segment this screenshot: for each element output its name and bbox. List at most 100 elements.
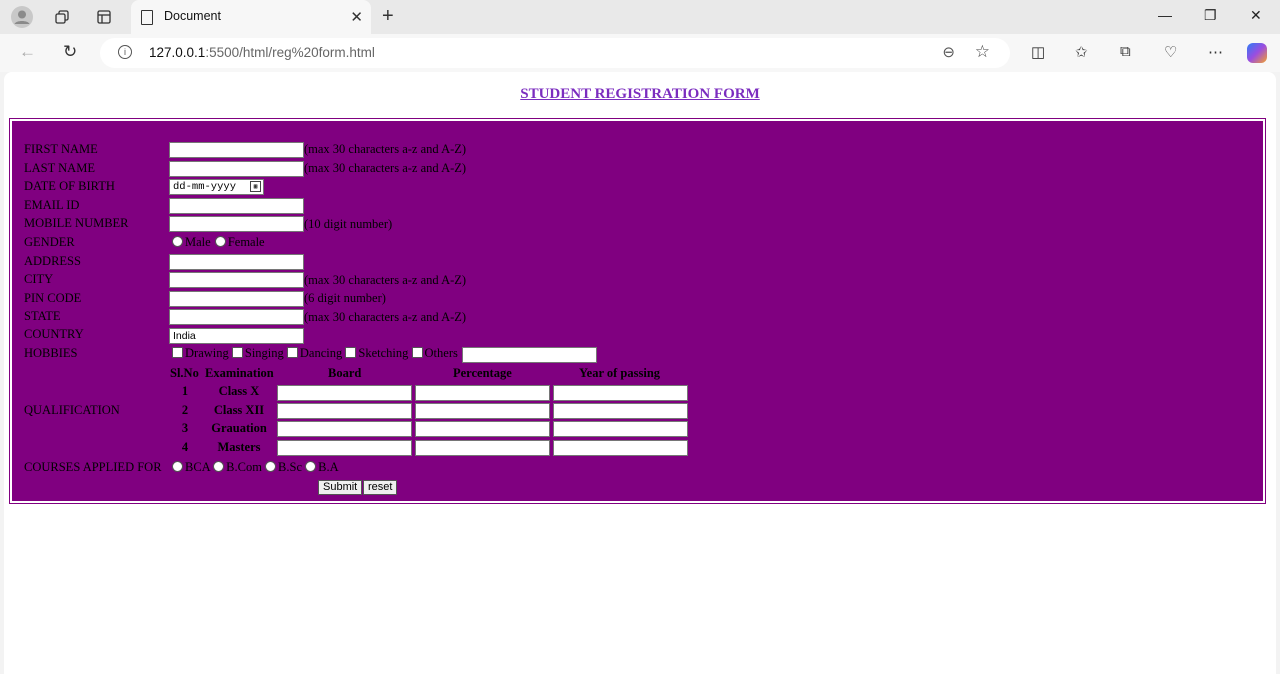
minimize-icon[interactable]: — [1158, 7, 1172, 23]
registration-form: FIRST NAME (max 30 characters a-z and A-… [9, 118, 1266, 504]
pin-label: PIN CODE [24, 291, 82, 305]
course-bcom-radio[interactable] [213, 461, 225, 472]
pin-input[interactable] [169, 291, 304, 307]
course-bsc-radio[interactable] [265, 461, 277, 472]
hobby-sketching-checkbox[interactable] [345, 347, 357, 358]
document-icon [141, 10, 153, 25]
qual-row-1-year-input[interactable] [553, 385, 688, 401]
state-label: STATE [24, 309, 61, 323]
dob-placeholder: dd-mm-yyyy [173, 181, 237, 193]
state-input[interactable] [169, 309, 304, 325]
page-viewport: STUDENT REGISTRATION FORM FIRST NAME (ma… [4, 72, 1276, 674]
calendar-icon[interactable]: ▦ [250, 181, 261, 192]
course-ba-radio[interactable] [305, 461, 317, 472]
dob-input[interactable]: dd-mm-yyyy ▦ [169, 179, 264, 195]
qual-row-3-year-input[interactable] [553, 421, 688, 437]
qual-row-4-exam: Masters [217, 440, 261, 454]
first-name-label: FIRST NAME [24, 142, 98, 156]
first-name-input[interactable] [169, 142, 304, 158]
url-text[interactable]: 127.0.0.1:5500/html/reg%20form.html [149, 45, 375, 60]
hobby-dancing-label: Dancing [299, 346, 343, 360]
qual-header-percentage: Percentage [453, 366, 512, 380]
favorite-star-icon[interactable]: ☆ [975, 42, 990, 62]
mobile-input[interactable] [169, 216, 304, 232]
url-path: :5500/html/reg%20form.html [205, 45, 375, 60]
address-bar[interactable]: i 127.0.0.1:5500/html/reg%20form.html ⊖ … [100, 38, 1010, 68]
restore-icon[interactable]: ❐ [1204, 7, 1217, 24]
gender-female-radio[interactable] [214, 236, 226, 247]
city-label: CITY [24, 272, 54, 286]
collections-icon[interactable]: ⧉ [1120, 43, 1131, 60]
qualification-label: QUALIFICATION [24, 403, 120, 417]
qual-header-board: Board [328, 366, 362, 380]
hobby-sketching-label: Sketching [358, 346, 409, 360]
qual-row-1-percentage-input[interactable] [415, 385, 550, 401]
pin-note: (6 digit number) [304, 291, 386, 305]
close-tab-icon[interactable]: ✕ [350, 8, 363, 26]
split-screen-icon[interactable]: ◫ [1031, 43, 1045, 61]
hobbies-options: Drawing Singing Dancing Sketching Others [172, 346, 458, 361]
tab-actions-icon[interactable] [90, 4, 118, 30]
qual-row-4-board-input[interactable] [277, 440, 412, 456]
last-name-input[interactable] [169, 161, 304, 177]
city-note: (max 30 characters a-z and A-Z) [304, 273, 467, 287]
gender-male-radio[interactable] [172, 236, 183, 247]
qual-row-4-year-input[interactable] [553, 440, 688, 456]
hobby-dancing-checkbox[interactable] [286, 347, 298, 358]
gender-label: GENDER [24, 235, 75, 249]
qual-row-2-percentage-input[interactable] [415, 403, 550, 419]
country-input[interactable]: India [169, 328, 304, 344]
browser-tab-bar: Document ✕ + — ❐ ✕ [0, 0, 1280, 34]
course-bca-label: BCA [185, 460, 211, 474]
gender-female-label: Female [227, 235, 265, 249]
close-window-icon[interactable]: ✕ [1250, 7, 1262, 24]
zoom-out-icon[interactable]: ⊖ [942, 43, 955, 61]
submit-button[interactable]: Submit [318, 480, 363, 495]
qual-row-1-board-input[interactable] [277, 385, 412, 401]
dob-label: DATE OF BIRTH [24, 179, 115, 193]
workspaces-icon[interactable] [48, 4, 76, 30]
back-icon[interactable]: ← [19, 42, 36, 62]
gender-options: Male Female [172, 235, 265, 250]
hobby-others-label: Others [424, 346, 458, 360]
first-name-note: (max 30 characters a-z and A-Z) [304, 142, 467, 156]
course-ba-label: B.A [318, 460, 339, 474]
course-bsc-label: B.Sc [278, 460, 303, 474]
qual-row-2-year-input[interactable] [553, 403, 688, 419]
new-tab-icon[interactable]: + [382, 5, 394, 28]
hobbies-label: HOBBIES [24, 346, 78, 360]
mobile-note: (10 digit number) [304, 217, 393, 231]
hobby-others-checkbox[interactable] [411, 347, 423, 358]
qual-header-examination: Examination [205, 366, 274, 380]
address-input[interactable] [169, 254, 304, 270]
qual-row-2-no: 2 [181, 403, 189, 417]
browser-tab-document[interactable]: Document ✕ [131, 0, 371, 34]
email-label: EMAIL ID [24, 198, 80, 212]
qual-row-3-board-input[interactable] [277, 421, 412, 437]
course-bcom-label: B.Com [226, 460, 262, 474]
qual-row-2-exam: Class XII [213, 403, 265, 417]
qual-row-3-percentage-input[interactable] [415, 421, 550, 437]
browser-essentials-icon[interactable]: ♡ [1164, 43, 1177, 61]
mobile-label: MOBILE NUMBER [24, 216, 129, 230]
gender-male-label: Male [185, 235, 211, 249]
favorites-icon[interactable]: ✩ [1075, 43, 1088, 61]
qual-row-2-board-input[interactable] [277, 403, 412, 419]
reset-button[interactable]: reset [363, 480, 398, 495]
hobby-drawing-checkbox[interactable] [172, 347, 183, 358]
hobby-others-input[interactable] [462, 347, 597, 363]
qual-row-3-no: 3 [181, 421, 189, 435]
hobby-singing-checkbox[interactable] [231, 347, 243, 358]
qual-header-year: Year of passing [579, 366, 661, 380]
more-options-icon[interactable]: ⋯ [1208, 43, 1223, 61]
email-input[interactable] [169, 198, 304, 214]
copilot-icon[interactable] [1247, 43, 1267, 63]
last-name-note: (max 30 characters a-z and A-Z) [304, 161, 467, 175]
profile-icon[interactable] [8, 4, 36, 30]
qual-row-4-percentage-input[interactable] [415, 440, 550, 456]
city-input[interactable] [169, 272, 304, 288]
qual-row-3-exam: Grauation [211, 421, 267, 435]
site-info-icon[interactable]: i [118, 45, 132, 59]
course-bca-radio[interactable] [172, 461, 183, 472]
refresh-icon[interactable]: ↻ [63, 42, 77, 62]
